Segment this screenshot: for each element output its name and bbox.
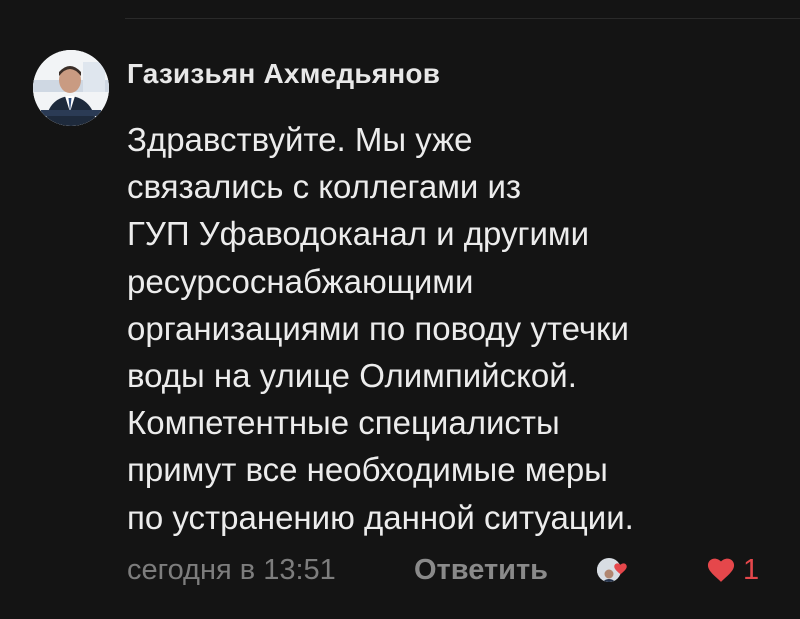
comment-text-line: связались с коллегами из [127,168,522,206]
comment-text-line: Здравствуйте. Мы уже [127,121,473,158]
liker-heart-icon [614,563,627,575]
like-count: 1 [743,554,760,586]
top-divider [125,18,800,19]
avatar-photo-icon [33,50,109,126]
comment-timestamp: сегодня в 13:51 [127,554,336,586]
comment-text-line: организациями по поводу утечки [127,309,629,347]
comment-text-line: Компетентные специалисты [127,404,560,442]
like-button[interactable]: 1 [707,548,759,592]
author-name[interactable]: Газизьян Ахмедьянов [127,58,440,90]
reply-button[interactable]: Ответить [414,548,548,592]
comment-text-line: примут все необходимые меры [127,451,608,489]
comment-text-line: воды на улице Олимпийской. [127,357,577,395]
comment-meta-bar: сегодня в 13:51 Ответить 1 [127,548,777,592]
comment-text-line: ресурсоснабжающими [127,262,474,300]
comment-text: Здравствуйте. Мы уже связались с коллега… [127,116,787,541]
heart-icon [707,558,735,582]
comment-text-line: по устранению данной ситуации. [127,498,634,536]
comment-text-line: ГУП Уфаводоканал и другими [127,215,590,253]
author-avatar[interactable] [33,50,109,126]
